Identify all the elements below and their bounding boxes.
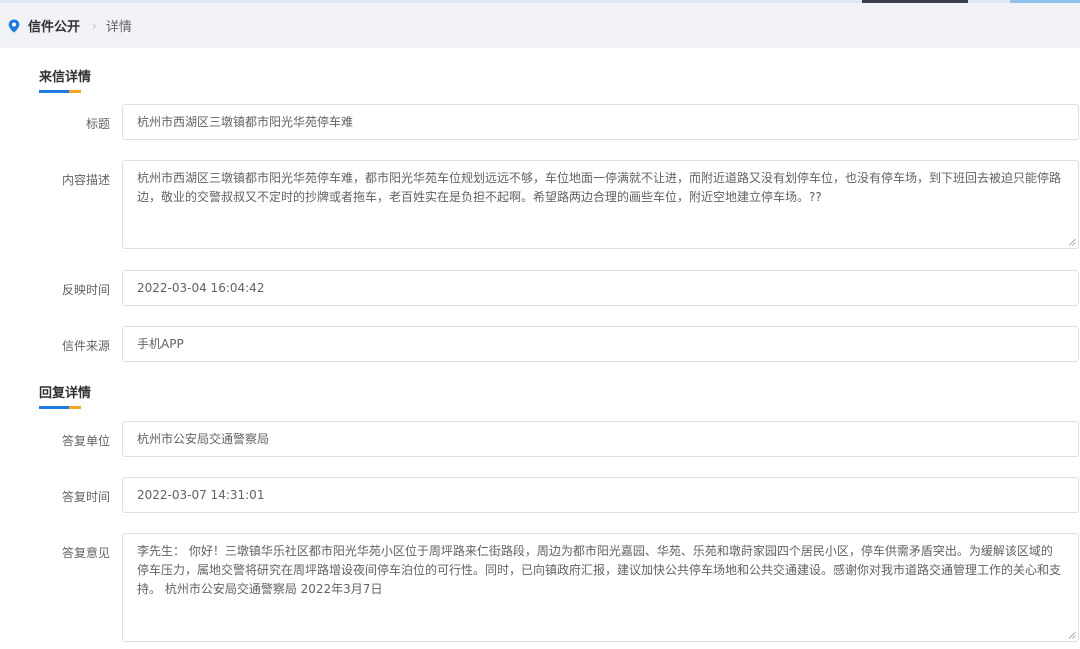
resize-grip-icon[interactable] — [1068, 238, 1076, 246]
reply-opinion-textarea[interactable]: 李先生： 你好！三墩镇华乐社区都市阳光华苑小区位于周坪路来仁街路段，周边为都市阳… — [122, 533, 1079, 642]
label-source: 信件来源 — [61, 339, 110, 353]
label-title: 标题 — [85, 117, 110, 131]
detail-panel: 来信详情 标题 杭州市西湖区三墩镇都市阳光华苑停车难 内容描述 杭州市西湖区三墩… — [0, 48, 1080, 649]
label-reply-opinion: 答复意见 — [61, 546, 110, 560]
content-text: 杭州市西湖区三墩镇都市阳光华苑停车难，都市阳光华苑车位规划远远不够，车位地面一停… — [137, 171, 1062, 204]
section-underline — [39, 90, 81, 93]
report-time-field[interactable]: 2022-03-04 16:04:42 — [122, 270, 1079, 306]
section-underline — [39, 406, 81, 409]
label-reply-unit: 答复单位 — [61, 434, 110, 448]
resize-grip-icon[interactable] — [1068, 631, 1076, 639]
content-textarea[interactable]: 杭州市西湖区三墩镇都市阳光华苑停车难，都市阳光华苑车位规划远远不够，车位地面一停… — [122, 160, 1079, 249]
chevron-right-icon: › — [92, 18, 97, 33]
reply-time-field[interactable]: 2022-03-07 14:31:01 — [122, 477, 1079, 513]
reply-opinion-text: 李先生： 你好！三墩镇华乐社区都市阳光华苑小区位于周坪路来仁街路段，周边为都市阳… — [137, 544, 1062, 596]
section-title-letter: 来信详情 — [39, 70, 92, 85]
label-content: 内容描述 — [61, 173, 110, 187]
title-field[interactable]: 杭州市西湖区三墩镇都市阳光华苑停车难 — [122, 104, 1079, 140]
reply-unit-field[interactable]: 杭州市公安局交通警察局 — [122, 421, 1079, 457]
breadcrumb-current: 详情 — [105, 20, 132, 35]
location-pin-icon — [8, 19, 20, 32]
label-report-time: 反映时间 — [61, 283, 110, 297]
breadcrumb: 信件公开 › 详情 — [0, 3, 1080, 48]
source-field[interactable]: 手机APP — [122, 326, 1079, 362]
breadcrumb-root[interactable]: 信件公开 — [28, 16, 80, 35]
section-title-reply: 回复详情 — [39, 386, 92, 401]
label-reply-time: 答复时间 — [61, 490, 110, 504]
